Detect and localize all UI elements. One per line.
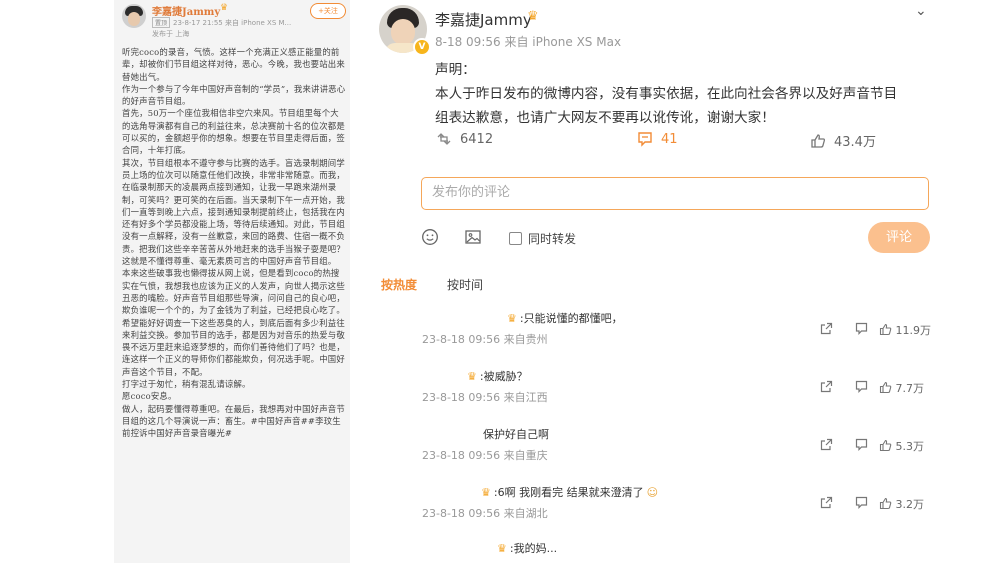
post-meta: 8-18 09:56 来自 iPhone XS Max <box>435 35 622 49</box>
crown-icon: ♛ <box>507 311 517 325</box>
crown-icon: ♛ <box>481 485 491 499</box>
comment-item: ♛:6啊 我刚看完 结果就来澄清了 ☺ 23-8-18 09:56 来自湖北 3.… <box>350 480 1000 530</box>
like-count: 43.4万 <box>834 135 876 150</box>
original-post-time: 23-8-17 21:55 来自 iPhone XS M... <box>173 19 292 27</box>
original-author-name: 李嘉捷Jammy <box>152 7 221 18</box>
comment-text: :被威胁？ <box>479 370 528 383</box>
comment-text-row: ♛:6啊 我刚看完 结果就来澄清了 ☺ <box>481 484 658 500</box>
paragraph: 做人，起码要懂得尊重吧。在最后，我想再对中国好声音节目组的这几个导演说一声：畜生… <box>122 403 345 439</box>
image-icon[interactable] <box>464 228 482 250</box>
composer-tools: 同时转发 <box>421 224 931 252</box>
comment-meta: 23-8-18 09:56 来自贵州 <box>422 333 548 346</box>
follow-button[interactable]: +关注 <box>310 3 346 19</box>
comment-like-count: 11.9万 <box>895 324 932 337</box>
thumbs-up-icon <box>879 497 892 510</box>
comment-text-row: ♛:只能说懂的都懂吧， <box>507 310 623 326</box>
share-icon[interactable] <box>820 322 833 338</box>
paragraph: 本来这些破事我也懒得拔从网上说，但是看到coco的热搜实在气愤，我想我也应该为正… <box>122 268 345 377</box>
paragraph: 其次，节目组根本不遵守参与比赛的选手。盲选录制期间学员上场的位次可以随意任他们改… <box>122 157 345 267</box>
reply-icon[interactable] <box>855 496 868 512</box>
comment-button[interactable]: 41 <box>637 131 678 147</box>
comment-text: 保护好自己啊 <box>483 428 549 441</box>
verified-badge-icon: V <box>413 38 431 56</box>
comment-text-row: ♛:我的妈... <box>497 540 557 556</box>
comment-composer <box>421 177 929 210</box>
original-post-location: 发布于 上海 <box>152 30 190 38</box>
thumbs-up-icon <box>879 323 892 336</box>
comment-meta: 23-8-18 09:56 来自江西 <box>422 391 548 404</box>
comment-like[interactable]: 7.7万 <box>879 380 924 396</box>
comment-like[interactable]: 3.2万 <box>879 496 924 512</box>
share-icon[interactable] <box>820 496 833 512</box>
comment-text-row: ♛:被威胁？ <box>467 368 528 384</box>
repost-checkbox[interactable]: 同时转发 <box>509 230 576 247</box>
emoji-icon[interactable] <box>421 228 439 250</box>
crown-icon: ♛ <box>527 9 539 24</box>
comment-item: ♛:我的妈... <box>350 538 1000 588</box>
comment-count: 41 <box>661 131 678 147</box>
post-line: 声明： <box>435 62 476 78</box>
tab-by-popularity[interactable]: 按热度 <box>381 276 417 293</box>
emoji-icon: ☺ <box>646 485 659 499</box>
reply-icon[interactable] <box>855 322 868 338</box>
thumbs-up-icon <box>879 439 892 452</box>
original-post-body: 听完coco的录音，气愤。这样一个充满正义感正能量的前辈，却被你们节目组这样对待… <box>122 46 346 440</box>
like-button[interactable]: 43.4万 <box>810 131 876 150</box>
original-post-screenshot: 李嘉捷Jammy ♛ 置顶 23-8-17 21:55 来自 iPhone XS … <box>114 0 350 563</box>
thumbs-up-icon <box>879 381 892 394</box>
pinned-tag: 置顶 <box>152 17 171 28</box>
tab-by-time[interactable]: 按时间 <box>447 276 483 293</box>
comment-like-count: 7.7万 <box>895 382 925 395</box>
comment-text: :6啊 我刚看完 结果就来澄清了 <box>493 486 644 499</box>
comment-like[interactable]: 5.3万 <box>879 438 924 454</box>
paragraph: 听完coco的录音，气愤。这样一个充满正义感正能量的前辈，却被你们节目组这样对待… <box>122 47 345 82</box>
repost-icon <box>437 133 451 145</box>
chevron-down-icon[interactable]: ⌄ <box>915 3 927 19</box>
repost-count: 6412 <box>460 131 494 147</box>
comment-item: 保护好自己啊 23-8-18 09:56 来自重庆 5.3万 <box>350 422 1000 472</box>
repost-checkbox-label: 同时转发 <box>528 232 577 246</box>
username[interactable]: 李嘉捷Jammy <box>435 9 532 30</box>
weibo-post: V 李嘉捷Jammy ♛ ⌄ 8-18 09:56 来自 iPhone XS M… <box>350 0 1000 563</box>
comment-input[interactable] <box>422 178 922 207</box>
share-icon[interactable] <box>820 438 833 454</box>
comment-like-count: 3.2万 <box>895 498 925 511</box>
comment-like-count: 5.3万 <box>895 440 925 453</box>
comment-text: :我的妈... <box>509 542 558 555</box>
post-actions: 6412 41 43.4万 <box>350 128 1000 154</box>
reply-icon[interactable] <box>855 380 868 396</box>
thumbs-up-icon <box>811 133 826 148</box>
paragraph: 首先，50万一个座位我相信非空穴来风。节目组里每个大的选角导演都有自己的利益往来… <box>122 108 345 156</box>
comment-text: :只能说懂的都懂吧， <box>519 312 623 325</box>
crown-icon: ♛ <box>220 3 229 13</box>
paragraph: 打字过于匆忙，稍有混乱请谅解。 <box>122 379 251 390</box>
repost-button[interactable]: 6412 <box>436 131 493 147</box>
post-line: 本人于昨日发布的微博内容，没有事实依据，在此向社会各界以及好声音节目组表达歉意，… <box>435 86 898 126</box>
comment-item: ♛:被威胁？ 23-8-18 09:56 来自江西 7.7万 <box>350 364 1000 414</box>
share-icon[interactable] <box>820 380 833 396</box>
submit-comment-button[interactable]: 评论 <box>868 222 930 253</box>
original-post-meta: 置顶 23-8-17 21:55 来自 iPhone XS M... <box>152 17 291 28</box>
comment-meta: 23-8-18 09:56 来自重庆 <box>422 449 548 462</box>
original-post-header: 李嘉捷Jammy ♛ 置顶 23-8-17 21:55 来自 iPhone XS … <box>114 0 350 44</box>
post-content: 声明： 本人于昨日发布的微博内容，没有事实依据，在此向社会各界以及好声音节目组表… <box>435 58 905 130</box>
comment-meta: 23-8-18 09:56 来自湖北 <box>422 507 548 520</box>
reply-icon[interactable] <box>855 438 868 454</box>
checkbox-icon[interactable] <box>509 232 522 245</box>
comment-like[interactable]: 11.9万 <box>879 322 931 338</box>
original-author-avatar <box>122 4 146 28</box>
comment-text-row: 保护好自己啊 <box>483 426 549 442</box>
comment-icon <box>638 132 652 147</box>
paragraph: 愿coco安息。 <box>122 391 177 402</box>
crown-icon: ♛ <box>467 369 477 383</box>
paragraph: 作为一个参与了今年中国好声音制的“学员”，我来讲讲恶心的好声音节目组。 <box>122 83 346 107</box>
comment-item: ♛:只能说懂的都懂吧， 23-8-18 09:56 来自贵州 11.9万 <box>350 306 1000 356</box>
crown-icon: ♛ <box>497 541 507 555</box>
